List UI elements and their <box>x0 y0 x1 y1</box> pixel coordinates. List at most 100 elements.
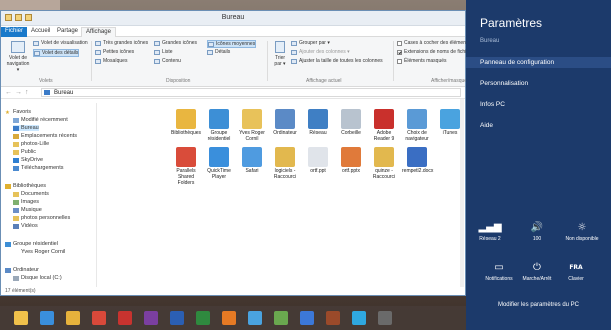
qs-volume[interactable]: 🔊 100 <box>519 222 555 242</box>
chrome-icon[interactable] <box>92 311 106 325</box>
nav-groupe[interactable]: Groupe résidentiel <box>5 241 58 247</box>
tab-affichage[interactable]: Affichage <box>81 27 116 37</box>
tab-accueil[interactable]: Accueil <box>27 27 54 37</box>
link-aide[interactable]: Aide <box>480 122 493 129</box>
volet-visualisation-button[interactable]: Volet de visualisation <box>33 40 88 46</box>
file-item[interactable]: Safari <box>237 147 267 174</box>
nav-item-public[interactable]: Public <box>13 149 36 155</box>
firefox-icon[interactable] <box>222 311 236 325</box>
up-icon[interactable]: ↑ <box>25 89 29 96</box>
nav-ordinateur[interactable]: Ordinateur <box>5 267 39 273</box>
file-item[interactable]: Adobe Reader 9 <box>369 109 399 142</box>
file-item[interactable]: ortf.ppt <box>303 147 333 174</box>
address-bar[interactable]: Bureau <box>41 88 461 97</box>
nav-item-documents[interactable]: Documents <box>13 191 49 197</box>
nav-item-videos[interactable]: Vidéos <box>13 223 38 229</box>
nav-item-photos-lille[interactable]: photos-Lille <box>13 141 49 147</box>
photos-icon[interactable] <box>274 311 288 325</box>
file-item[interactable]: Réseau <box>303 109 333 136</box>
ajuster-colonnes-button[interactable]: Ajuster la taille de toutes les colonnes <box>291 58 383 64</box>
layout-details[interactable]: Détails <box>207 49 230 55</box>
parallels-icon[interactable] <box>118 311 132 325</box>
file-label: ortf.ppt <box>310 168 326 174</box>
forward-icon[interactable]: → <box>15 89 22 96</box>
nav-item-yves[interactable]: Yves Roger Cornil <box>13 249 65 255</box>
checkbox-cases-a-cocher[interactable]: Cases à cocher des éléments <box>397 40 470 46</box>
folder-icon[interactable] <box>66 311 80 325</box>
nav-label: Disque local (C:) <box>21 275 62 281</box>
layout-petites[interactable]: Petites icônes <box>95 49 134 55</box>
tab-fichier[interactable]: Fichier <box>1 27 28 37</box>
layout-tres-grandes[interactable]: Très grandes icônes <box>95 40 148 46</box>
link-infos-pc[interactable]: Infos PC <box>480 101 505 108</box>
file-item[interactable]: iTunes <box>435 109 465 136</box>
file-item[interactable]: logiciels - Raccourci <box>270 147 300 180</box>
skydrive-icon <box>13 157 19 163</box>
videos-icon <box>13 223 19 229</box>
skype-icon[interactable] <box>352 311 366 325</box>
layout-liste[interactable]: Liste <box>154 49 173 55</box>
tab-partage[interactable]: Partage <box>53 27 82 37</box>
layout-contenu[interactable]: Contenu <box>154 58 181 64</box>
modifier-parametres-link[interactable]: Modifier les paramètres du PC <box>466 302 611 308</box>
file-item[interactable]: ortf.pptx <box>336 147 366 174</box>
ajouter-colonnes-button[interactable]: Ajouter des colonnes ▾ <box>291 49 350 55</box>
ie2-icon[interactable] <box>248 311 262 325</box>
layout-grandes[interactable]: Grandes icônes <box>154 40 197 46</box>
layout-icon <box>95 40 101 46</box>
link-personnalisation[interactable]: Personnalisation <box>480 80 528 87</box>
file-item[interactable]: Choix de navigateur <box>402 109 432 142</box>
qs-keyboard[interactable]: FRA Clavier <box>558 262 594 282</box>
nav-item-musique[interactable]: Musique <box>13 207 42 213</box>
media-icon[interactable] <box>300 311 314 325</box>
file-item[interactable]: rempetl2.docx <box>402 147 433 174</box>
folder-icon <box>13 215 19 221</box>
nav-bibliotheques[interactable]: Bibliothèques <box>5 183 46 189</box>
nav-item-disque[interactable]: Disque local (C:) <box>13 275 62 281</box>
file-item[interactable]: Yves Roger Cornil <box>237 109 267 142</box>
layout-mosaiques[interactable]: Mosaïques <box>95 58 127 64</box>
quicktime-icon <box>209 147 229 167</box>
calendar-icon[interactable] <box>144 311 158 325</box>
nav-favoris[interactable]: ★ Favoris <box>5 109 31 116</box>
shared-folder-icon <box>176 147 196 167</box>
word-icon[interactable] <box>170 311 184 325</box>
nav-label: SkyDrive <box>21 157 44 163</box>
settings-charm-pane: Paramètres Bureau Panneau de configurati… <box>466 0 611 330</box>
file-item[interactable]: Bibliothèques <box>171 109 201 136</box>
file-item[interactable]: Ordinateur <box>270 109 300 136</box>
nav-item-images[interactable]: Images <box>13 199 39 205</box>
file-item[interactable]: Parallels Shared Folders <box>171 147 201 186</box>
checkbox-extensions[interactable]: Extensions de noms de fichiers <box>397 49 473 55</box>
file-item[interactable]: quinze - Raccourci <box>369 147 399 180</box>
nav-item-modifie[interactable]: Modifié récemment <box>13 117 68 123</box>
nav-item-skydrive[interactable]: SkyDrive <box>13 157 43 163</box>
nav-item-bureau[interactable]: Bureau <box>13 125 39 131</box>
link-panneau-configuration[interactable]: Panneau de configuration <box>466 57 611 68</box>
back-icon[interactable]: ← <box>5 89 12 96</box>
nav-item-emplacements[interactable]: Emplacements récents <box>13 133 77 139</box>
qs-power[interactable]: ⏻ Marche/Arrêt <box>519 262 555 282</box>
app-icon[interactable] <box>378 311 392 325</box>
excel-icon[interactable] <box>196 311 210 325</box>
layout-moyennes[interactable]: Icônes moyennes <box>207 40 257 48</box>
qs-network[interactable]: ▂▄▆ Réseau 2 <box>472 222 508 242</box>
file-item[interactable]: Corbeille <box>336 109 366 136</box>
volet-details-button[interactable]: Volet des détails <box>33 49 80 57</box>
remote-icon[interactable] <box>326 311 340 325</box>
file-label: QuickTime Player <box>207 168 231 180</box>
nav-item-photos-perso[interactable]: photos personnelles <box>13 215 70 221</box>
volet-navigation-button[interactable]: Volet de navigation ▾ <box>5 41 31 73</box>
ie-icon[interactable] <box>40 311 54 325</box>
columns-icon <box>291 49 297 55</box>
file-item[interactable]: Groupe résidentiel <box>204 109 234 142</box>
checkbox-elements-masques[interactable]: Éléments masqués <box>397 58 447 64</box>
nav-item-telechargements[interactable]: Téléchargements <box>13 165 64 171</box>
grouper-par-button[interactable]: Grouper par ▾ <box>291 40 330 46</box>
file-item[interactable]: QuickTime Player <box>204 147 234 180</box>
trier-par-button[interactable]: Trier par ▾ <box>271 41 289 67</box>
qs-notifications[interactable]: ▭ Notifications <box>481 262 517 282</box>
explorer-icon[interactable] <box>14 311 28 325</box>
group-label-afficher-masquer: Afficher/masquer <box>431 78 469 84</box>
qs-brightness[interactable]: ☼ Non disponible <box>564 222 600 242</box>
